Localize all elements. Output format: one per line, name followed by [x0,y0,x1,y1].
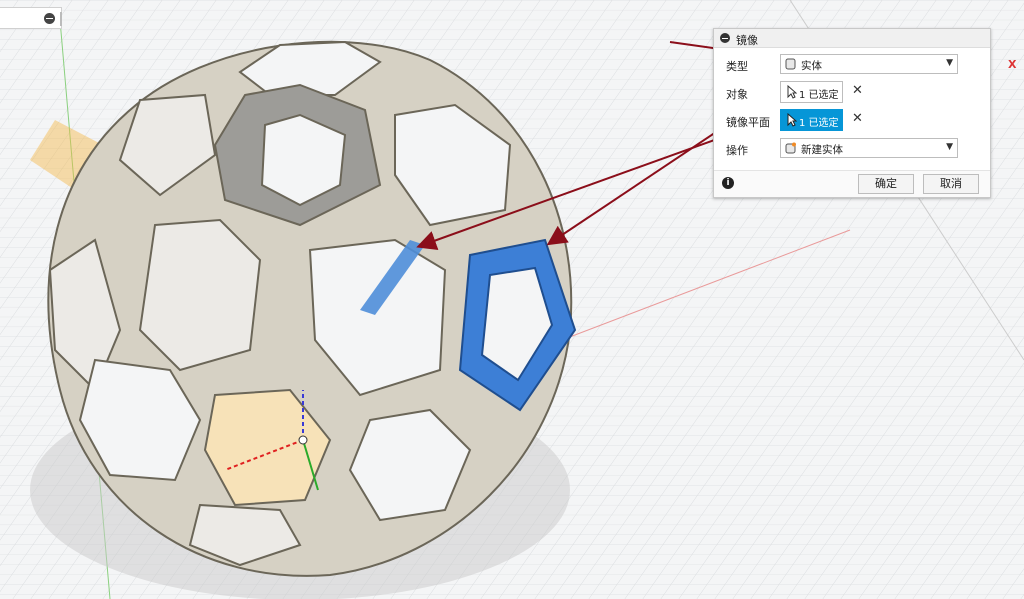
x-axis-label: X [1008,58,1017,71]
clear-selection-icon[interactable]: ✕ [852,111,863,126]
operation-value: 新建实体 [801,144,843,156]
chevron-down-icon: ▼ [946,142,953,152]
type-value: 实体 [801,60,822,72]
collapse-icon[interactable] [720,33,730,43]
solid-body-icon [785,58,796,70]
mirror-plane-label: 镜像平面 [726,116,770,129]
clear-selection-icon[interactable]: ✕ [852,83,863,98]
cursor-arrow-icon [787,113,797,127]
objects-value: 1 已选定 [799,90,839,101]
dialog-title: 镜像 [736,34,758,47]
ok-button[interactable]: 确定 [858,174,914,194]
operation-select[interactable]: 新建实体 ▼ [780,138,958,158]
chevron-down-icon: ▼ [946,58,953,68]
collapse-icon[interactable] [44,13,55,24]
mirror-dialog: 镜像 类型 实体 ▼ 对象 1 已选定 ✕ 镜像平面 1 已选定 ✕ 操作 新建… [713,28,991,198]
type-row: 类型 实体 ▼ [714,53,990,77]
dialog-header[interactable]: 镜像 [714,29,990,48]
type-select[interactable]: 实体 ▼ [780,54,958,74]
type-label: 类型 [726,60,748,73]
dialog-footer: i 确定 取消 [714,170,990,197]
info-icon[interactable]: i [722,177,734,189]
cursor-arrow-icon [787,85,797,99]
objects-label: 对象 [726,88,748,101]
operation-label: 操作 [726,144,748,157]
objects-row: 对象 1 已选定 ✕ [714,81,990,105]
view-cube[interactable]: X [1008,36,1024,76]
cancel-button[interactable]: 取消 [923,174,979,194]
operation-row: 操作 新建实体 ▼ [714,137,990,161]
mirror-plane-selection-button[interactable]: 1 已选定 [780,109,843,131]
mirror-plane-row: 镜像平面 1 已选定 ✕ [714,109,990,133]
new-body-icon [785,142,796,154]
mirror-plane-value: 1 已选定 [799,118,839,129]
objects-selection-button[interactable]: 1 已选定 [780,81,843,103]
browser-panel-strip [0,7,62,29]
face-hole [138,218,262,372]
drag-handle[interactable] [60,12,62,26]
